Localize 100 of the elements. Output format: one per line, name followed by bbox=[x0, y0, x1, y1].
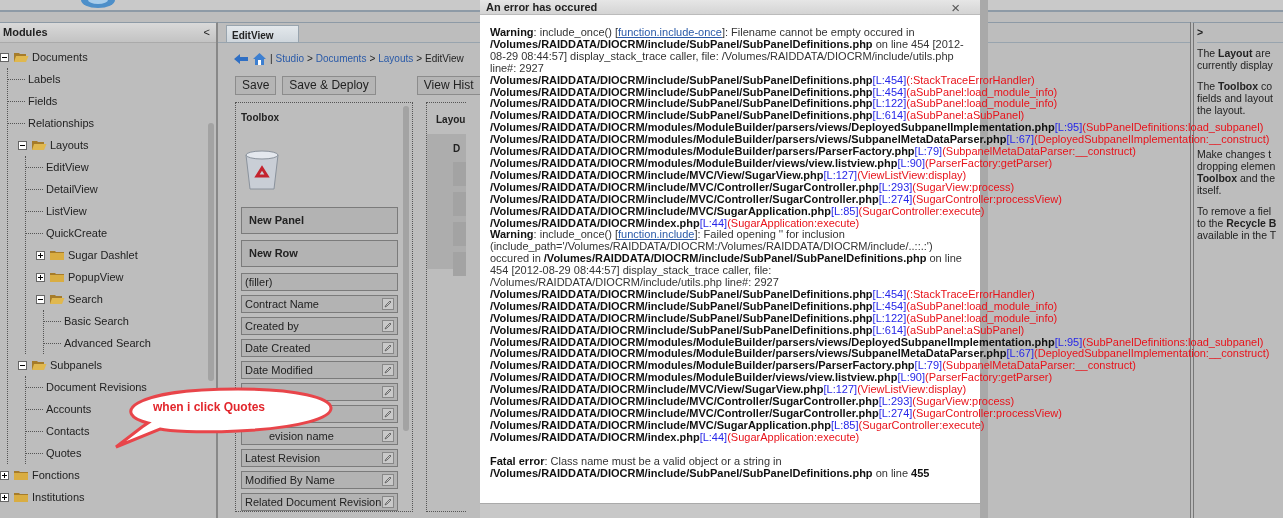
edit-icon[interactable] bbox=[382, 430, 394, 442]
close-button[interactable]: × bbox=[951, 0, 960, 14]
edit-icon[interactable] bbox=[382, 364, 394, 376]
toolbox-item[interactable]: New Row bbox=[241, 240, 398, 267]
tree-item[interactable]: Institutions bbox=[32, 488, 85, 506]
stack-trace-line: /Volumes/RAIDDATA/DIOCRM/include/SubPanel/SubPanelDefinitions.php[L:454](aSubPanel:load_module_info) bbox=[490, 86, 1058, 99]
help-text: itself. bbox=[1197, 184, 1223, 196]
collapse-icon[interactable] bbox=[18, 360, 27, 370]
edit-icon[interactable] bbox=[382, 408, 394, 420]
collapse-icon[interactable] bbox=[18, 140, 27, 150]
breadcrumb-link[interactable]: Studio bbox=[275, 51, 304, 66]
edit-icon[interactable] bbox=[382, 342, 394, 354]
help-link[interactable]: function.include-once bbox=[618, 26, 722, 38]
folder-icon bbox=[13, 469, 29, 481]
collapse-icon[interactable] bbox=[0, 52, 9, 62]
tree-item[interactable]: Quotes bbox=[46, 444, 82, 462]
warning-message: Warning: include_once() [function.include-once]: Filename cannot be empty occured in /Volumes/RAIDDATA/DIOCRM/include/SubPanel/SubPanelDefinitions.php on line 454 [2012-08-29 08:44:57] display_stack_trace caller, file: /Volumes/RAIDDATA/DIOCRM/include/utils.php line#: 2927 bbox=[490, 27, 965, 75]
tab[interactable]: EditView bbox=[226, 25, 299, 42]
edit-icon[interactable] bbox=[382, 474, 394, 486]
toolbox-item[interactable]: (filler) bbox=[241, 273, 398, 291]
toolbar-button[interactable]: Save & Deploy bbox=[282, 76, 376, 95]
toolbox-item[interactable]: Modified By Name bbox=[241, 471, 398, 489]
stack-trace-line: /Volumes/RAIDDATA/DIOCRM/include/SubPanel/SubPanelDefinitions.php[L:614](aSubPanel:aSubPanel) bbox=[490, 324, 1025, 337]
edit-icon[interactable] bbox=[382, 386, 394, 398]
collapse-toggle[interactable]: < bbox=[203, 24, 210, 41]
stack-trace-line: /Volumes/RAIDDATA/DIOCRM/modules/ModuleBuilder/parsers/views/SubpanelMetaDataParser.php[L:67](DeployedSubpanelImplementation:__construct) bbox=[490, 134, 1270, 147]
field-label: Related Document Revision bbox=[245, 494, 382, 510]
back-arrow-icon[interactable] bbox=[233, 52, 249, 65]
tree-item[interactable]: PopupView bbox=[68, 268, 124, 286]
edit-icon[interactable] bbox=[382, 320, 394, 332]
tree-item[interactable]: Fonctions bbox=[32, 466, 80, 484]
expand-toggle[interactable]: > bbox=[1197, 24, 1204, 41]
tree-item[interactable]: Labels bbox=[28, 70, 61, 88]
breadcrumb-link[interactable]: Layouts bbox=[378, 51, 414, 66]
toolbox-item[interactable]: New Panel bbox=[241, 207, 398, 234]
tree-item[interactable]: Relationships bbox=[28, 114, 95, 132]
help-text: fields and layout bbox=[1197, 92, 1274, 104]
help-text: available in the T bbox=[1197, 229, 1278, 241]
toolbox-item[interactable]: Created by bbox=[241, 317, 398, 335]
folder-icon bbox=[31, 359, 47, 371]
history-button[interactable]: View Hist bbox=[416, 76, 481, 95]
stack-trace-line: /Volumes/RAIDDATA/DIOCRM/include/SubPanel/SubPanelDefinitions.php[L:614](aSubPanel:aSubPanel) bbox=[490, 110, 1025, 123]
toolbox-title: Toolbox bbox=[241, 111, 281, 125]
tree-item[interactable]: ListView bbox=[46, 202, 87, 220]
toolbox-item[interactable]: Latest Revision bbox=[241, 449, 398, 467]
tree-item[interactable]: EditView bbox=[46, 158, 89, 176]
edit-icon[interactable] bbox=[382, 452, 394, 464]
collapse-icon[interactable] bbox=[36, 294, 45, 304]
help-text: dropping elemen bbox=[1197, 160, 1277, 172]
help-text: The Toolbox co bbox=[1197, 80, 1274, 92]
tree-item[interactable]: Layouts bbox=[50, 136, 89, 154]
tree-item[interactable]: Basic Search bbox=[64, 312, 129, 330]
panel-title: Modules bbox=[3, 25, 48, 41]
toolbox-item[interactable]: Related Document Revision bbox=[241, 493, 398, 511]
tree-item[interactable]: Search bbox=[68, 290, 103, 308]
tree-item[interactable]: Accounts bbox=[46, 400, 92, 418]
tree-item[interactable]: QuickCreate bbox=[46, 224, 108, 242]
stack-trace-line: /Volumes/RAIDDATA/DIOCRM/include/SubPanel/SubPanelDefinitions.php[L:122](aSubPanel:load_module_info) bbox=[490, 312, 1058, 325]
help-text: the layout. bbox=[1197, 104, 1247, 116]
breadcrumb-link[interactable]: Documents bbox=[315, 51, 367, 66]
expand-icon[interactable] bbox=[0, 492, 9, 502]
tree-item[interactable]: Fields bbox=[28, 92, 58, 110]
toolbox-item[interactable]: Date Created bbox=[241, 339, 398, 357]
field-label: Date Created bbox=[245, 340, 311, 356]
toolbar-button[interactable]: Save bbox=[235, 76, 277, 95]
stack-trace-line: /Volumes/RAIDDATA/DIOCRM/include/SubPanel/SubPanelDefinitions.php[L:122](aSubPanel:load_module_info) bbox=[490, 98, 1058, 111]
recycle-bin-icon[interactable] bbox=[244, 149, 280, 191]
toolbox-item[interactable]: Date Modified bbox=[241, 361, 398, 379]
scrollbar-thumb[interactable] bbox=[208, 123, 214, 381]
folder-icon bbox=[31, 139, 47, 151]
toolbox-item[interactable]: evision name bbox=[241, 427, 398, 445]
tree-item[interactable]: DetailView bbox=[46, 180, 98, 198]
help-link[interactable]: function.include bbox=[618, 228, 695, 241]
folder-icon bbox=[13, 51, 29, 63]
help-text: Toolbox and the bbox=[1197, 172, 1276, 184]
scrollbar-thumb[interactable] bbox=[403, 106, 409, 431]
tree-item[interactable]: Sugar Dashlet bbox=[68, 246, 138, 264]
edit-icon[interactable] bbox=[382, 298, 394, 310]
stack-trace-line: /Volumes/RAIDDATA/DIOCRM/modules/ModuleBuilder/parsers/views/SubpanelMetaDataParser.php[L:67](DeployedSubpanelImplementation:__construct) bbox=[490, 348, 1270, 361]
logo-icon bbox=[80, 0, 116, 9]
stack-trace-line: /Volumes/RAIDDATA/DIOCRM/include/MVC/SugarApplication.php[L:85](SugarController:execute) bbox=[490, 419, 985, 432]
folder-icon bbox=[13, 491, 29, 503]
expand-icon[interactable] bbox=[0, 470, 9, 480]
tree-item[interactable]: Documents bbox=[32, 48, 88, 66]
expand-icon[interactable] bbox=[36, 250, 45, 260]
tree-item[interactable]: Advanced Search bbox=[64, 334, 151, 352]
stack-trace-line: /Volumes/RAIDDATA/DIOCRM/modules/ModuleBuilder/parsers/ParserFactory.php[L:79](SubpanelMetaDataParser:__construct) bbox=[490, 146, 1136, 158]
field-label: Latest Revision bbox=[245, 450, 321, 466]
toolbox-item[interactable]: Contract Name bbox=[241, 295, 398, 313]
tree-item[interactable]: Document Revisions bbox=[46, 378, 147, 396]
field-label: Modified By Name bbox=[245, 472, 335, 488]
help-text: To remove a fiel bbox=[1197, 205, 1273, 217]
tree-item[interactable]: Subpanels bbox=[50, 356, 102, 374]
stack-trace-line: /Volumes/RAIDDATA/DIOCRM/include/MVC/View/SugarView.php[L:127](ViewListView:display) bbox=[490, 384, 967, 397]
stack-trace-line: /Volumes/RAIDDATA/DIOCRM/include/MVC/Controller/SugarController.php[L:293](SugarView:process) bbox=[490, 396, 1015, 408]
expand-icon[interactable] bbox=[36, 272, 45, 282]
home-icon[interactable] bbox=[252, 51, 267, 66]
tree-item[interactable]: Contacts bbox=[46, 422, 90, 440]
stack-trace-line: /Volumes/RAIDDATA/DIOCRM/include/SubPanel/SubPanelDefinitions.php[L:454](aSubPanel:load_module_info) bbox=[490, 300, 1058, 313]
edit-icon[interactable] bbox=[382, 496, 394, 508]
